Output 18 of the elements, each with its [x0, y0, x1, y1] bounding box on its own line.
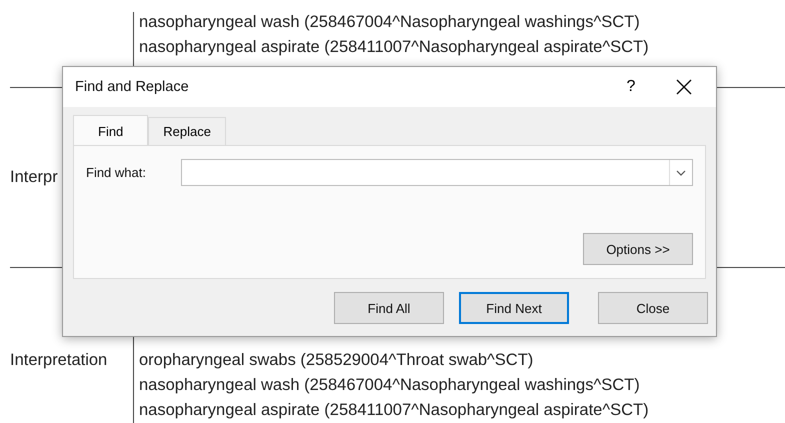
options-button[interactable]: Options >>	[583, 233, 693, 265]
table-text: nasopharyngeal aspirate (258411007^Nasopharyngeal aspirate^SCT)	[139, 37, 650, 58]
dialog-button[interactable]: Close	[598, 292, 708, 324]
dialog-button[interactable]: Find Next	[459, 292, 569, 324]
table-text: nasopharyngeal wash (258467004^Nasopharyngeal washings^SCT)	[139, 12, 641, 33]
row-label: Interpretation	[10, 350, 108, 371]
table-text: nasopharyngeal aspirate (258411007^Nasopharyngeal aspirate^SCT)	[139, 400, 650, 421]
tab[interactable]: Find	[73, 115, 148, 145]
find-what-combobox[interactable]	[181, 159, 693, 186]
dialog-button[interactable]: Find All	[334, 292, 444, 324]
dialog-title: Find and Replace	[75, 79, 190, 95]
tab[interactable]: Replace	[148, 117, 226, 145]
help-button[interactable]: ?	[616, 78, 646, 96]
close-icon[interactable]	[674, 77, 694, 97]
table-text: nasopharyngeal wash (258467004^Nasopharyngeal washings^SCT)	[139, 375, 641, 396]
table-text: oropharyngeal swabs (258529004^Throat swab^SCT)	[139, 350, 534, 371]
field-label: Find what:	[86, 165, 147, 180]
row-label: Interpr	[10, 167, 58, 188]
